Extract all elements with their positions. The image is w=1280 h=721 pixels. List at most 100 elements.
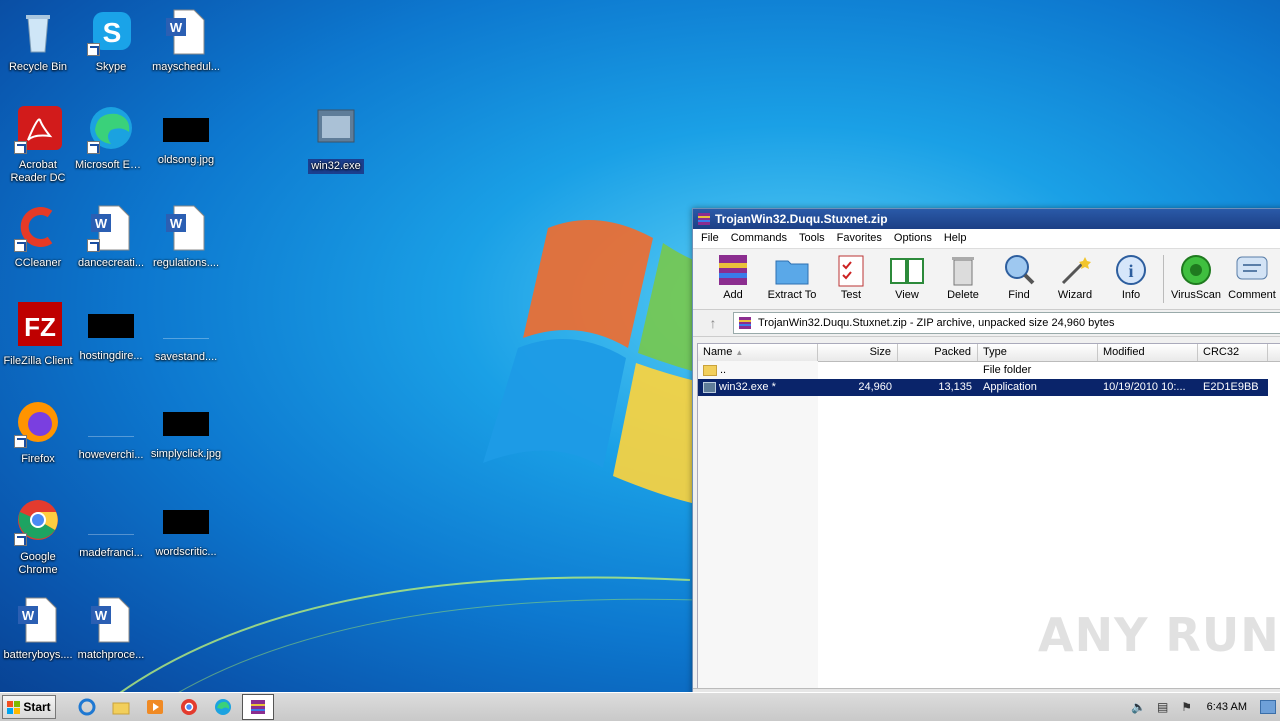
desktop-icon-savestand[interactable]: savestand.... [148, 302, 224, 388]
word-document-icon: W [162, 8, 210, 56]
system-tray: 🔈 ▤ ⚑ 6:43 AM [1127, 693, 1280, 721]
extract-folder-icon [774, 253, 810, 287]
image-thumbnail [163, 118, 209, 142]
column-modified[interactable]: Modified [1098, 344, 1198, 361]
virus-scan-icon [1178, 253, 1214, 287]
toolbar-separator [1163, 255, 1164, 303]
chrome-icon [181, 699, 197, 715]
desktop-icon-recycle-bin[interactable]: Recycle Bin [0, 8, 76, 94]
desktop-icon-matchprocess[interactable]: W matchproce... [73, 596, 149, 682]
info-icon: i [1113, 253, 1149, 287]
sort-up-icon: ▲ [735, 348, 744, 357]
taskbar-edge[interactable] [208, 695, 238, 719]
desktop-icon-acrobat[interactable]: Acrobat Reader DC [0, 106, 76, 192]
menubar: File Commands Tools Favorites Options He… [693, 229, 1280, 249]
desktop-icon-filezilla[interactable]: FZ FileZilla Client [0, 302, 76, 388]
column-name[interactable]: Name ▲ [698, 344, 818, 361]
desktop-icon-howeverchild[interactable]: howeverchi... [73, 400, 149, 486]
name-column-shade [698, 361, 818, 688]
desktop-icon-chrome[interactable]: Google Chrome [0, 498, 76, 584]
up-arrow-icon[interactable]: ↑ [693, 315, 733, 331]
winrar-icon [698, 213, 710, 225]
folder-icon [112, 702, 130, 715]
desktop-icon-dancecreation[interactable]: W dancecreati... [73, 204, 149, 290]
column-packed[interactable]: Packed [898, 344, 978, 361]
window-titlebar[interactable]: TrojanWin32.Duqu.Stuxnet.zip [693, 209, 1280, 229]
table-row[interactable]: win32.exe * 24,960 13,135 Application 10… [698, 379, 1268, 396]
word-document-icon: W [87, 204, 135, 252]
desktop-icon-win32-exe[interactable]: win32.exe [298, 106, 374, 192]
anyrun-watermark: ANY RUN [1038, 608, 1280, 662]
action-center-flag-icon[interactable]: ⚑ [1178, 699, 1196, 715]
magnifier-icon [1001, 253, 1037, 287]
virusscan-button[interactable]: VirusScan [1168, 249, 1224, 309]
edge-icon [87, 106, 135, 154]
desktop-icon-regulations[interactable]: W regulations.... [148, 204, 224, 290]
column-type[interactable]: Type [978, 344, 1098, 361]
comment-icon [1234, 253, 1270, 287]
desktop-icon-wordscritic[interactable]: wordscritic... [148, 498, 224, 584]
image-thumbnail [88, 314, 134, 338]
desktop-icon-simplyclick[interactable]: simplyclick.jpg [148, 400, 224, 486]
desktop-icon-hostingdirect[interactable]: hostingdire... [73, 302, 149, 388]
taskbar-winrar[interactable] [242, 694, 274, 720]
extract-to-button[interactable]: Extract To [761, 249, 823, 309]
desktop-icon-batteryboys[interactable]: W batteryboys.... [0, 596, 76, 682]
edge-icon [215, 699, 231, 715]
info-button[interactable]: i Info [1103, 249, 1159, 309]
taskbar-media-player[interactable] [140, 695, 170, 719]
taskbar-chrome[interactable] [174, 695, 204, 719]
delete-button[interactable]: Delete [935, 249, 991, 309]
archive-path-field[interactable]: TrojanWin32.Duqu.Stuxnet.zip - ZIP archi… [733, 312, 1280, 334]
desktop-icon-madefrancis[interactable]: madefranci... [73, 498, 149, 584]
toolbar: Add Extract To Test View Delete Find Wiz… [693, 249, 1280, 310]
svg-text:W: W [170, 216, 183, 231]
taskbar-explorer[interactable] [106, 695, 136, 719]
svg-text:FZ: FZ [24, 312, 56, 342]
desktop-icon-firefox[interactable]: Firefox [0, 400, 76, 486]
archive-path-text: TrojanWin32.Duqu.Stuxnet.zip - ZIP archi… [758, 317, 1115, 329]
menu-tools[interactable]: Tools [793, 229, 831, 248]
svg-text:W: W [170, 20, 183, 35]
table-row[interactable]: .. File folder [698, 362, 1280, 379]
desktop-icon-ccleaner[interactable]: CCleaner [0, 204, 76, 290]
desktop-icon-skype[interactable]: S Skype [73, 8, 149, 94]
desktop-icon-oldsong[interactable]: oldsong.jpg [148, 106, 224, 192]
volume-icon[interactable]: 🔈 [1130, 699, 1148, 715]
blank-thumbnail [88, 412, 134, 437]
wizard-button[interactable]: Wizard [1047, 249, 1103, 309]
menu-commands[interactable]: Commands [725, 229, 793, 248]
column-size[interactable]: Size [818, 344, 898, 361]
word-document-icon: W [14, 596, 62, 644]
add-button[interactable]: Add [705, 249, 761, 309]
desktop-icon-edge[interactable]: Microsoft Edge [73, 106, 149, 192]
folder-icon [703, 364, 717, 376]
acrobat-icon [14, 106, 62, 154]
start-button[interactable]: Start [2, 695, 56, 719]
word-document-icon: W [162, 204, 210, 252]
svg-text:W: W [95, 216, 108, 231]
menu-favorites[interactable]: Favorites [831, 229, 888, 248]
desktop-icon-mayschedule[interactable]: W mayschedul... [148, 8, 224, 94]
find-button[interactable]: Find [991, 249, 1047, 309]
clock[interactable]: 6:43 AM [1207, 701, 1247, 713]
comment-button[interactable]: Comment [1224, 249, 1280, 309]
column-crc32[interactable]: CRC32 [1198, 344, 1268, 361]
taskbar-internet-explorer[interactable] [72, 695, 102, 719]
network-icon[interactable]: ▤ [1154, 699, 1172, 715]
image-thumbnail [163, 412, 209, 436]
skype-icon: S [87, 8, 135, 56]
view-book-icon [889, 253, 925, 287]
menu-help[interactable]: Help [938, 229, 973, 248]
test-clipboard-icon [833, 253, 869, 287]
view-button[interactable]: View [879, 249, 935, 309]
internet-explorer-icon [78, 698, 96, 716]
menu-file[interactable]: File [695, 229, 725, 248]
menu-options[interactable]: Options [888, 229, 938, 248]
test-button[interactable]: Test [823, 249, 879, 309]
show-desktop-icon[interactable] [1260, 700, 1276, 714]
trash-icon [945, 253, 981, 287]
windows-logo-wallpaper [478, 208, 718, 508]
recycle-bin-icon [14, 8, 62, 56]
image-thumbnail [163, 510, 209, 534]
